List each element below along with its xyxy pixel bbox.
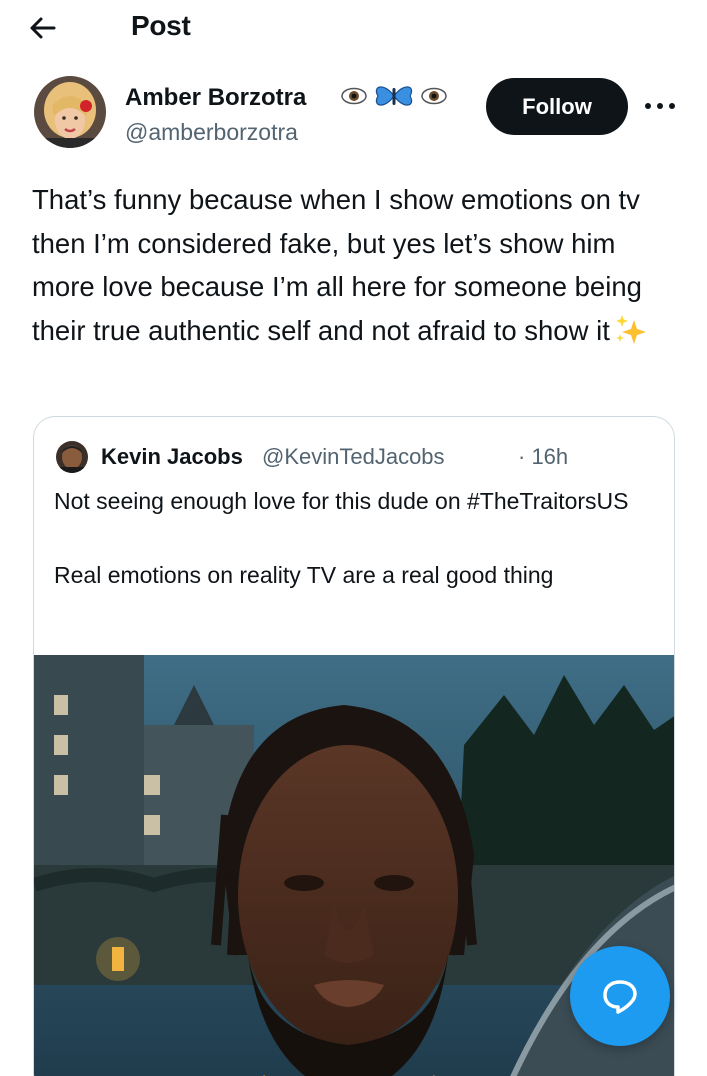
back-button[interactable] (22, 8, 62, 48)
quoted-author-handle[interactable]: @KevinTedJacobs (262, 444, 445, 470)
eye-icon (421, 87, 447, 105)
page-title: Post (131, 10, 191, 41)
quoted-text-line-2: Real emotions on reality TV are a real g… (54, 562, 554, 588)
author-avatar[interactable] (34, 76, 106, 148)
post-text: That’s funny because when I show emotion… (32, 178, 682, 352)
butterfly-icon (375, 86, 413, 106)
author-name-emoji (340, 80, 450, 112)
reply-bubble-icon (603, 980, 637, 1014)
eye-icon (341, 87, 367, 105)
more-horizontal-icon (645, 103, 675, 109)
author-name[interactable]: Amber Borzotra (125, 84, 306, 112)
quoted-text: Not seeing enough love for this dude on … (54, 483, 664, 594)
sparkles-icon (614, 314, 648, 346)
quoted-text-line-1: Not seeing enough love for this dude on … (54, 488, 629, 514)
follow-button[interactable]: Follow (486, 78, 628, 135)
quoted-timestamp[interactable]: · 16h (518, 444, 568, 470)
post-body: That’s funny because when I show emotion… (32, 184, 642, 346)
author-avatar-image (34, 76, 106, 148)
author-handle[interactable]: @amberborzotra (125, 119, 298, 146)
arrow-left-icon (30, 17, 56, 39)
quoted-author-name[interactable]: Kevin Jacobs (101, 444, 243, 470)
more-button[interactable] (640, 92, 680, 120)
quoted-author-avatar[interactable] (56, 441, 88, 473)
reply-fab-button[interactable] (570, 946, 670, 1046)
top-bar: Post (0, 0, 707, 56)
